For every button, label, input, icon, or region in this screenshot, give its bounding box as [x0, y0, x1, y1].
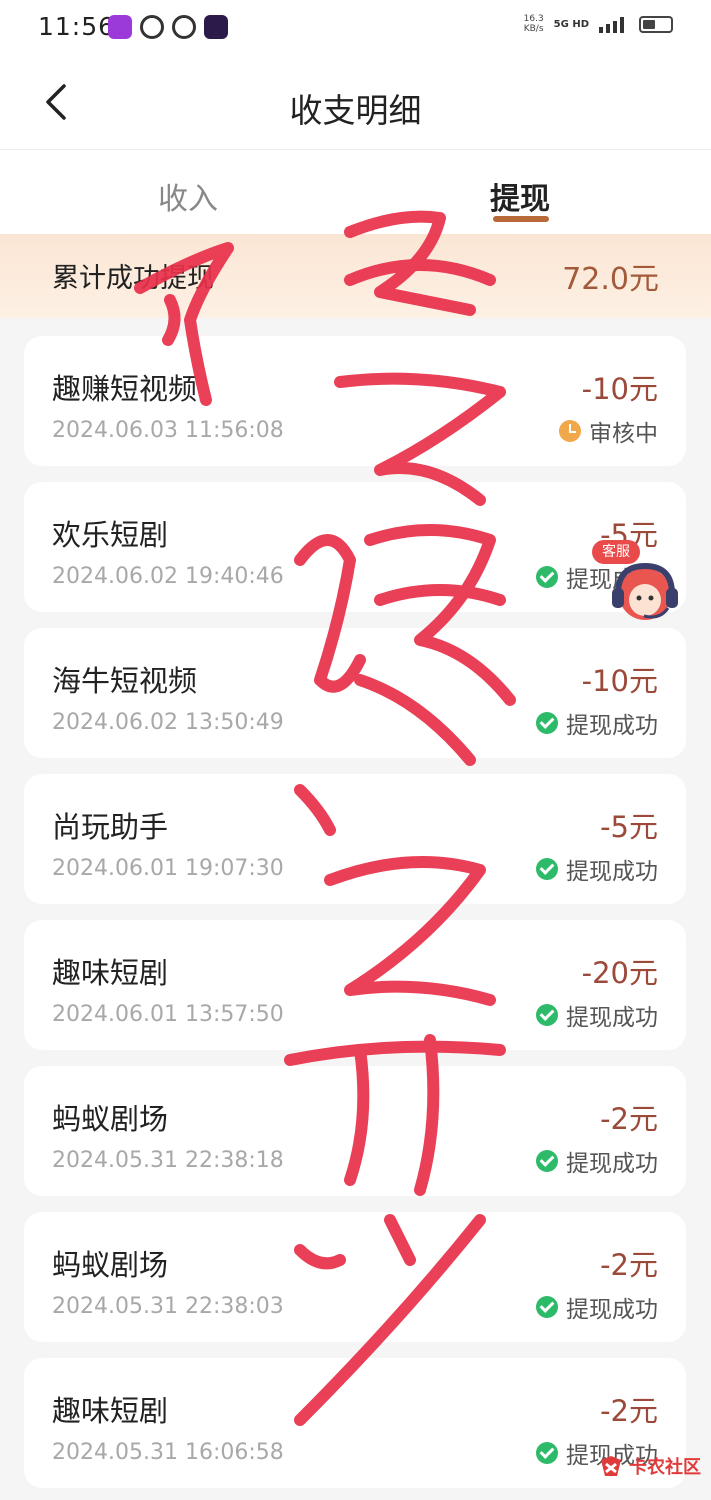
record-status: 审核中 [559, 414, 658, 448]
battery-icon [639, 15, 673, 33]
record-card[interactable]: 趣赚短视频 2024.06.03 11:56:08 -10元 审核中 [24, 336, 686, 466]
record-time: 2024.05.31 22:38:03 [52, 1294, 284, 1319]
record-title: 趣味短剧 [52, 1394, 169, 1428]
record-time: 2024.06.02 13:50:49 [52, 710, 284, 735]
customer-service-avatar-icon [612, 562, 678, 620]
record-amount: -2元 [600, 1102, 658, 1136]
record-amount: -10元 [581, 664, 658, 698]
summary-value: 72.0元 [562, 262, 659, 297]
customer-service-label: 客服 [592, 540, 640, 564]
withdraw-record-list: 趣赚短视频 2024.06.03 11:56:08 -10元 审核中 欢乐短剧 … [24, 336, 686, 1500]
tab-income[interactable]: 收入 [158, 174, 218, 218]
record-amount: -20元 [581, 956, 658, 990]
record-card[interactable]: 趣味短剧 2024.05.31 16:06:58 -2元 提现成功 [24, 1358, 686, 1488]
status-time: 11:56 [38, 12, 116, 41]
record-time: 2024.06.02 19:40:46 [52, 564, 284, 589]
record-time: 2024.05.31 22:38:18 [52, 1148, 284, 1173]
status-bar: 11:56 16.3 KB/s 5G HD [0, 0, 711, 56]
summary-label: 累计成功提现 [52, 263, 214, 294]
record-status-text: 提现成功 [566, 859, 658, 885]
tab-bar: 收入 提现 [0, 150, 711, 234]
record-amount: -2元 [600, 1248, 658, 1282]
record-status: 提现成功 [536, 1144, 658, 1178]
record-status: 提现成功 [536, 1290, 658, 1324]
record-status-text: 提现成功 [566, 1297, 658, 1323]
page-title: 收支明细 [289, 91, 422, 130]
record-card[interactable]: 尚玩助手 2024.06.01 19:07:30 -5元 提现成功 [24, 774, 686, 904]
record-title: 欢乐短剧 [52, 518, 169, 552]
record-time: 2024.06.01 19:07:30 [52, 856, 284, 881]
check-icon [536, 1296, 558, 1318]
record-status-text: 审核中 [589, 421, 658, 447]
net-speed-unit: KB/s [523, 24, 544, 34]
app-notification-icon [172, 15, 196, 39]
network-type: 5G HD [553, 18, 589, 30]
net-speed-value: 16.3 [523, 14, 544, 24]
record-time: 2024.06.01 13:57:50 [52, 1002, 284, 1027]
app-notification-icon [140, 15, 164, 39]
check-icon [536, 858, 558, 880]
record-status-text: 提现成功 [566, 713, 658, 739]
check-icon [536, 712, 558, 734]
record-status: 提现成功 [536, 706, 658, 740]
app-notification-icon [108, 15, 132, 39]
record-status: 提现成功 [536, 852, 658, 886]
check-icon [536, 566, 558, 588]
record-amount: -5元 [600, 810, 658, 844]
record-status-text: 提现成功 [566, 1005, 658, 1031]
record-amount: -2元 [600, 1394, 658, 1428]
record-title: 趣赚短视频 [52, 372, 198, 406]
record-title: 尚玩助手 [52, 810, 169, 844]
customer-service-button[interactable]: 客服 [592, 540, 692, 632]
watermark: 卡农社区 [597, 1452, 701, 1480]
tab-withdraw[interactable]: 提现 [490, 174, 550, 218]
clock-icon [559, 420, 581, 442]
app-notification-icon [204, 15, 228, 39]
net-speed: 16.3 KB/s [524, 14, 544, 34]
check-icon [536, 1150, 558, 1172]
check-icon [536, 1442, 558, 1464]
check-icon [536, 1004, 558, 1026]
signal-icon [599, 17, 624, 33]
record-status-text: 提现成功 [566, 1151, 658, 1177]
status-indicators: 16.3 KB/s 5G HD [524, 14, 673, 34]
record-time: 2024.05.31 16:06:58 [52, 1440, 284, 1465]
record-card[interactable]: 蚂蚁剧场 2024.05.31 22:38:03 -2元 提现成功 [24, 1212, 686, 1342]
summary-banner: 累计成功提现 72.0元 [0, 234, 711, 318]
record-card[interactable]: 趣味短剧 2024.06.01 13:57:50 -20元 提现成功 [24, 920, 686, 1050]
record-card[interactable]: 蚂蚁剧场 2024.05.31 22:38:18 -2元 提现成功 [24, 1066, 686, 1196]
record-time: 2024.06.03 11:56:08 [52, 418, 284, 443]
record-title: 蚂蚁剧场 [52, 1248, 169, 1282]
nav-bar: 收支明细 [0, 56, 711, 150]
record-title: 蚂蚁剧场 [52, 1102, 169, 1136]
record-title: 海牛短视频 [52, 664, 198, 698]
battery-level [643, 19, 655, 29]
watermark-logo-icon [601, 1456, 621, 1476]
record-title: 趣味短剧 [52, 956, 169, 990]
active-tab-indicator [493, 216, 549, 222]
record-card[interactable]: 欢乐短剧 2024.06.02 19:40:46 -5元 提现成功 [24, 482, 686, 612]
notification-icons [108, 15, 228, 39]
watermark-text: 卡农社区 [629, 1457, 701, 1478]
record-amount: -10元 [581, 372, 658, 406]
record-status: 提现成功 [536, 998, 658, 1032]
record-card[interactable]: 海牛短视频 2024.06.02 13:50:49 -10元 提现成功 [24, 628, 686, 758]
